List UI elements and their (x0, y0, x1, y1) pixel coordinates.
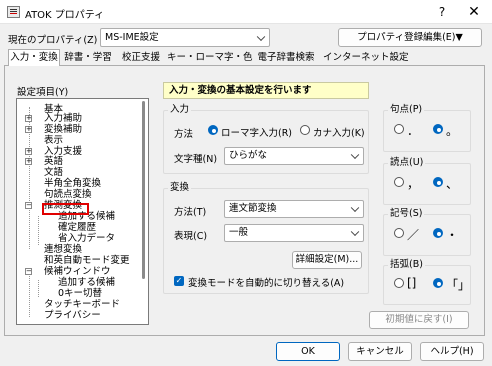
tree-label: 設定項目(Y) (17, 87, 69, 98)
symbol-option-0[interactable]: ／ (407, 226, 419, 243)
tab-dictionary[interactable]: 辞書・学習 (62, 50, 114, 66)
punct-group-title: 句点(P) (388, 104, 425, 115)
tab-input-conversion[interactable]: 入力・変換 (8, 49, 60, 66)
selection-highlight-box (42, 203, 89, 215)
atok-app-icon (7, 6, 20, 18)
close-icon[interactable]: ✕ (460, 3, 488, 21)
tree-item[interactable]: 半角全角変換 (44, 178, 101, 189)
romaji-radio[interactable] (208, 125, 218, 135)
ok-button[interactable]: OK (276, 342, 340, 361)
input-group-title: 入力 (168, 104, 192, 115)
kana-radio[interactable] (300, 125, 310, 135)
tree-item[interactable]: 変換補助 (44, 124, 82, 135)
property-edit-button[interactable]: プロパティ登録編集(E)▼ (338, 28, 482, 47)
expression-value: 一般 (229, 227, 249, 238)
tree-item[interactable]: 句読点変換 (44, 189, 92, 200)
conv-method-value: 連文節変換 (229, 203, 277, 214)
tab-key-romaji-color[interactable]: キー・ローマ字・色 (167, 50, 253, 66)
tab-e-dictionary[interactable]: 電子辞書検索 (250, 50, 322, 66)
comma-group-title: 読点(U) (388, 157, 426, 168)
tab-internet[interactable]: インターネット設定 (323, 50, 409, 66)
property-select-value: MS-IME設定 (105, 32, 159, 43)
cancel-button[interactable]: キャンセル (348, 342, 412, 361)
symbol-option-1[interactable]: ・ (446, 226, 458, 243)
conversion-group-title: 変換 (168, 182, 192, 193)
description-banner: 入力・変換の基本設定を行います (163, 82, 369, 99)
chevron-down-icon (256, 32, 266, 41)
bracket-option-1[interactable]: 「」 (446, 276, 470, 293)
tree-item[interactable]: 英語 (44, 156, 63, 167)
bracket-radio-1[interactable] (433, 278, 443, 288)
tree-item[interactable]: 追加する候補 (58, 277, 115, 288)
expand-icon[interactable]: + (25, 158, 32, 165)
punct-option-0[interactable]: ． (407, 122, 419, 139)
collapse-icon[interactable]: − (25, 268, 32, 275)
tree-item[interactable]: 連想変換 (44, 244, 82, 255)
punct-option-1[interactable]: 。 (446, 122, 458, 139)
comma-option-0[interactable]: ， (407, 175, 419, 192)
comma-radio-1[interactable] (433, 177, 443, 187)
tab-proofreading[interactable]: 校正支援 (117, 50, 165, 66)
help-button[interactable]: ヘルプ(H) (420, 342, 484, 361)
conv-method-select[interactable]: 連文節変換 (224, 200, 364, 218)
tree-item[interactable]: 入力補助 (44, 113, 82, 124)
tree-item[interactable]: プライバシー (44, 310, 101, 321)
tree-item[interactable]: 省入力データ (58, 233, 115, 244)
expand-icon[interactable]: + (25, 115, 32, 122)
char-type-select[interactable]: ひらがな (224, 147, 364, 165)
char-type-label: 文字種(N) (174, 154, 218, 165)
tree-item[interactable]: 0キー切替 (58, 288, 102, 299)
expand-icon[interactable]: + (25, 148, 32, 155)
bracket-group-title: 括弧(B) (388, 259, 425, 270)
property-select[interactable]: MS-IME設定 (100, 28, 270, 47)
punct-radio-0[interactable] (394, 124, 404, 134)
chevron-down-icon (350, 227, 360, 237)
symbol-radio-1[interactable] (433, 228, 443, 238)
collapse-icon[interactable]: − (25, 202, 32, 209)
bracket-option-0[interactable]: [] (407, 276, 416, 290)
auto-switch-label[interactable]: 変換モードを自動的に切り替える(A) (188, 275, 344, 289)
tree-scrollbar-thumb[interactable] (142, 101, 145, 279)
tree-item[interactable]: タッチキーボード (44, 299, 120, 310)
help-icon[interactable]: ? (428, 3, 456, 21)
input-method-label: 方法 (174, 129, 194, 140)
bracket-radio-0[interactable] (394, 278, 404, 288)
comma-radio-0[interactable] (394, 177, 404, 187)
tree-item[interactable]: 文語 (44, 167, 63, 178)
kana-radio-label[interactable]: カナ入力(K) (313, 125, 365, 139)
tree-item[interactable]: 確定履歴 (58, 222, 96, 233)
chevron-down-icon (350, 203, 360, 213)
window-title: ATOK プロパティ (25, 10, 105, 21)
tree-item[interactable]: 和英自動モード変更 (44, 255, 130, 266)
chevron-down-icon (350, 150, 360, 160)
expression-label: 表現(C) (174, 231, 208, 242)
symbol-radio-0[interactable] (394, 228, 404, 238)
char-type-value: ひらがな (229, 150, 268, 161)
reset-defaults-button[interactable]: 初期値に戻す(I) (369, 311, 469, 329)
detail-settings-button[interactable]: 詳細設定(M)... (292, 251, 362, 269)
expression-select[interactable]: 一般 (224, 224, 364, 242)
tree-item[interactable]: 候補ウィンドウ (44, 266, 111, 277)
symbol-group-title: 記号(S) (388, 208, 425, 219)
property-label: 現在のプロパティ(Z) (8, 35, 98, 46)
auto-switch-checkbox[interactable]: ✓ (174, 276, 184, 286)
punct-radio-1[interactable] (433, 124, 443, 134)
expand-icon[interactable]: + (25, 126, 32, 133)
comma-option-1[interactable]: 、 (446, 175, 458, 192)
tree-item[interactable]: 表示 (44, 135, 63, 146)
conv-method-label: 方法(T) (174, 207, 207, 218)
romaji-radio-label[interactable]: ローマ字入力(R) (221, 125, 292, 139)
